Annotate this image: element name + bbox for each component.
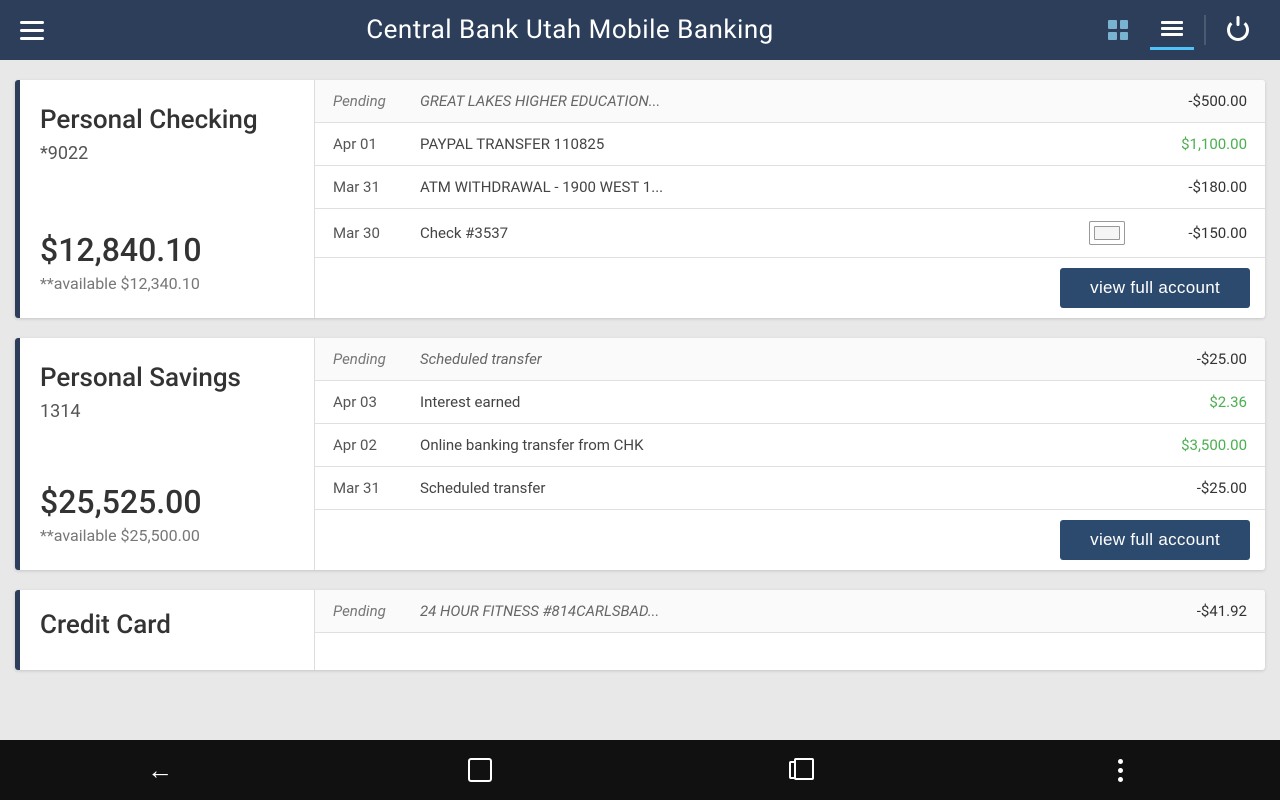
tx-amount: $3,500.00 bbox=[1137, 436, 1247, 454]
personal-savings-transactions: Pending Scheduled transfer -$25.00 Apr 0… bbox=[315, 338, 1265, 570]
home-icon bbox=[468, 758, 492, 782]
personal-checking-info: Personal Checking *9022 $12,840.10 **ava… bbox=[15, 80, 315, 318]
recents-button[interactable] bbox=[770, 750, 830, 790]
table-row: Pending 24 HOUR FITNESS #814CARLSBAD... … bbox=[315, 590, 1265, 633]
recents-icon bbox=[789, 761, 811, 779]
personal-savings-available: **available $25,500.00 bbox=[40, 526, 294, 545]
tx-desc: Check #3537 bbox=[420, 224, 1077, 242]
tx-date: Mar 31 bbox=[333, 178, 408, 196]
tx-date: Mar 31 bbox=[333, 479, 408, 497]
grid-icon bbox=[1108, 20, 1128, 40]
table-row: Mar 31 ATM WITHDRAWAL - 1900 WEST 1... -… bbox=[315, 166, 1265, 209]
table-row: Pending GREAT LAKES HIGHER EDUCATION... … bbox=[315, 80, 1265, 123]
tx-date: Mar 30 bbox=[333, 224, 408, 242]
bottom-navigation: ← bbox=[0, 740, 1280, 800]
credit-card-card: Credit Card Pending 24 HOUR FITNESS #814… bbox=[15, 590, 1265, 670]
tx-desc: 24 HOUR FITNESS #814CARLSBAD... bbox=[420, 602, 1125, 620]
tx-amount: -$25.00 bbox=[1137, 479, 1247, 497]
more-icon bbox=[1118, 759, 1123, 782]
menu-button[interactable] bbox=[20, 21, 44, 40]
tx-amount: -$41.92 bbox=[1137, 602, 1247, 620]
tx-date: Pending bbox=[333, 92, 408, 110]
credit-card-transactions: Pending 24 HOUR FITNESS #814CARLSBAD... … bbox=[315, 590, 1265, 670]
personal-savings-card: Personal Savings 1314 $25,525.00 **avail… bbox=[15, 338, 1265, 570]
tx-amount: -$150.00 bbox=[1137, 224, 1247, 242]
tx-desc: GREAT LAKES HIGHER EDUCATION... bbox=[420, 92, 1125, 110]
personal-checking-card: Personal Checking *9022 $12,840.10 **ava… bbox=[15, 80, 1265, 318]
tx-desc: Online banking transfer from CHK bbox=[420, 436, 1125, 454]
table-row: Apr 01 PAYPAL TRANSFER 110825 $1,100.00 bbox=[315, 123, 1265, 166]
power-button[interactable] bbox=[1216, 10, 1260, 50]
table-row: Mar 30 Check #3537 -$150.00 bbox=[315, 209, 1265, 258]
credit-card-name: Credit Card bbox=[40, 610, 294, 640]
tx-date: Apr 03 bbox=[333, 393, 408, 411]
tx-date: Pending bbox=[333, 602, 408, 620]
tx-desc: Scheduled transfer bbox=[420, 350, 1125, 368]
header-actions bbox=[1096, 10, 1260, 50]
personal-savings-number: 1314 bbox=[40, 401, 294, 422]
tx-desc: Interest earned bbox=[420, 393, 1125, 411]
personal-savings-name: Personal Savings bbox=[40, 363, 294, 393]
tx-desc: Scheduled transfer bbox=[420, 479, 1125, 497]
table-row: Mar 31 Scheduled transfer -$25.00 bbox=[315, 467, 1265, 510]
table-row: Apr 03 Interest earned $2.36 bbox=[315, 381, 1265, 424]
power-icon bbox=[1227, 19, 1249, 41]
tx-desc: ATM WITHDRAWAL - 1900 WEST 1... bbox=[420, 178, 1125, 196]
personal-savings-balance: $25,525.00 bbox=[40, 483, 294, 521]
home-button[interactable] bbox=[450, 750, 510, 790]
header: Central Bank Utah Mobile Banking bbox=[0, 0, 1280, 60]
tx-amount: -$180.00 bbox=[1137, 178, 1247, 196]
table-row: Apr 02 Online banking transfer from CHK … bbox=[315, 424, 1265, 467]
back-icon: ← bbox=[147, 755, 173, 786]
list-icon bbox=[1161, 21, 1183, 36]
personal-checking-name: Personal Checking bbox=[40, 105, 294, 135]
tx-amount: -$500.00 bbox=[1137, 92, 1247, 110]
tx-desc: PAYPAL TRANSFER 110825 bbox=[420, 135, 1125, 153]
main-content: Personal Checking *9022 $12,840.10 **ava… bbox=[0, 60, 1280, 740]
tx-date: Apr 01 bbox=[333, 135, 408, 153]
tx-date: Pending bbox=[333, 350, 408, 368]
more-button[interactable] bbox=[1090, 750, 1150, 790]
tx-amount: $2.36 bbox=[1137, 393, 1247, 411]
view-full-account-button[interactable]: view full account bbox=[1060, 520, 1250, 560]
header-divider bbox=[1204, 15, 1206, 45]
tx-date: Apr 02 bbox=[333, 436, 408, 454]
grid-view-button[interactable] bbox=[1096, 10, 1140, 50]
view-full-account-row: view full account bbox=[315, 258, 1265, 318]
personal-checking-transactions: Pending GREAT LAKES HIGHER EDUCATION... … bbox=[315, 80, 1265, 318]
credit-card-info: Credit Card bbox=[15, 590, 315, 670]
list-view-button[interactable] bbox=[1150, 10, 1194, 50]
tx-amount: $1,100.00 bbox=[1137, 135, 1247, 153]
view-full-account-button[interactable]: view full account bbox=[1060, 268, 1250, 308]
view-full-account-row: view full account bbox=[315, 510, 1265, 570]
check-icon bbox=[1089, 221, 1125, 245]
back-button[interactable]: ← bbox=[130, 750, 190, 790]
personal-checking-available: **available $12,340.10 bbox=[40, 274, 294, 293]
personal-savings-info: Personal Savings 1314 $25,525.00 **avail… bbox=[15, 338, 315, 570]
personal-checking-balance: $12,840.10 bbox=[40, 231, 294, 269]
table-row: Pending Scheduled transfer -$25.00 bbox=[315, 338, 1265, 381]
tx-amount: -$25.00 bbox=[1137, 350, 1247, 368]
app-title: Central Bank Utah Mobile Banking bbox=[366, 15, 774, 45]
personal-checking-number: *9022 bbox=[40, 143, 294, 164]
